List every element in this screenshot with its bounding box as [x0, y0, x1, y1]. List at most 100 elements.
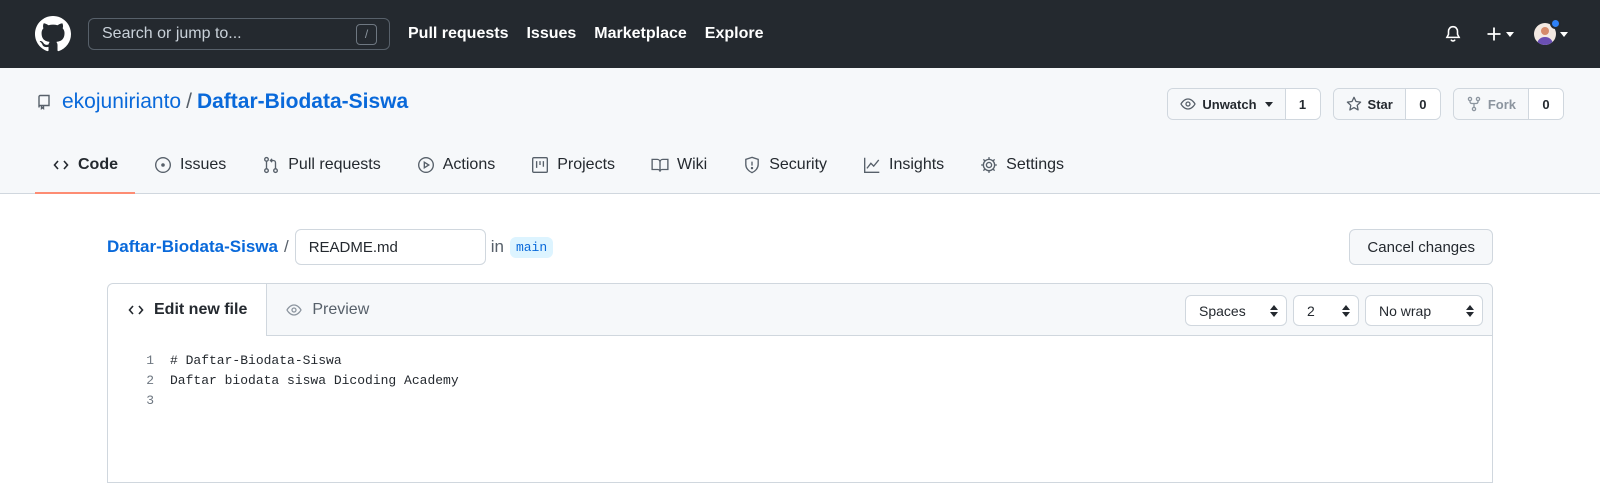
unwatch-button[interactable]: Unwatch: [1168, 89, 1286, 119]
book-icon: [651, 158, 669, 172]
nav-marketplace[interactable]: Marketplace: [594, 25, 687, 43]
notification-dot: [1550, 18, 1561, 29]
branch-badge: main: [509, 236, 554, 258]
in-label: in: [490, 237, 504, 256]
code-line: 1 # Daftar-Biodata-Siswa: [108, 350, 1492, 370]
chevron-down-icon: [1560, 31, 1568, 37]
bell-icon[interactable]: [1444, 25, 1462, 43]
star-label: Star: [1367, 96, 1393, 112]
fork-button-group: Fork 0: [1452, 88, 1564, 120]
tab-projects[interactable]: Projects: [514, 137, 632, 193]
project-icon: [532, 157, 549, 173]
tab-preview[interactable]: Preview: [267, 284, 387, 335]
tab-settings[interactable]: Settings: [963, 137, 1081, 193]
file-breadcrumb: Daftar-Biodata-Siswa / in main: [107, 229, 554, 265]
select-arrows-icon: [1342, 304, 1350, 317]
indent-size-value: 2: [1307, 302, 1315, 319]
tab-pull-requests[interactable]: Pull requests: [245, 137, 398, 193]
star-button[interactable]: Star: [1333, 89, 1406, 119]
plus-icon: [1487, 27, 1501, 41]
breadcrumb-repo-link[interactable]: Daftar-Biodata-Siswa: [107, 237, 278, 257]
indent-size-select[interactable]: 2: [1293, 295, 1359, 326]
nav-explore[interactable]: Explore: [705, 25, 764, 43]
code-editor[interactable]: 1 # Daftar-Biodata-Siswa 2 Daftar biodat…: [108, 336, 1492, 410]
tab-edit-label: Edit new file: [154, 301, 248, 318]
fork-button[interactable]: Fork: [1453, 89, 1529, 119]
repo-separator: /: [186, 90, 192, 113]
tab-edit-file[interactable]: Edit new file: [108, 284, 268, 336]
tab-label: Insights: [889, 156, 945, 173]
tab-code[interactable]: Code: [35, 137, 135, 194]
chevron-down-icon: [1506, 31, 1514, 37]
fork-icon: [1466, 96, 1482, 112]
indent-mode-value: Spaces: [1199, 302, 1246, 319]
tab-security[interactable]: Security: [726, 137, 844, 193]
eye-icon: [1180, 96, 1197, 112]
git-pull-request-icon: [264, 156, 279, 174]
code-line: 3: [108, 390, 1492, 410]
star-button-group: Star 0: [1332, 88, 1441, 120]
cancel-changes-button[interactable]: Cancel changes: [1349, 229, 1493, 265]
search-shortcut-key: /: [356, 23, 377, 45]
wrap-mode-value: No wrap: [1379, 302, 1432, 319]
repo-title: ekojunirianto / Daftar-Biodata-Siswa: [36, 90, 408, 114]
wrap-mode-select[interactable]: No wrap: [1365, 295, 1483, 326]
breadcrumb-separator: /: [283, 237, 289, 256]
editor-options: Spaces 2 No wrap: [1179, 295, 1483, 326]
tab-insights[interactable]: Insights: [846, 137, 961, 193]
github-logo-icon[interactable]: [35, 16, 71, 52]
search-input[interactable]: Search or jump to... /: [88, 18, 390, 50]
filename-input[interactable]: [294, 229, 486, 265]
tab-label: Wiki: [677, 156, 708, 173]
nav-issues[interactable]: Issues: [526, 25, 576, 43]
line-content[interactable]: # Daftar-Biodata-Siswa: [154, 353, 342, 368]
unwatch-label: Unwatch: [1202, 96, 1257, 112]
tab-label: Security: [769, 156, 828, 173]
top-nav: Pull requests Issues Marketplace Explore: [408, 25, 781, 43]
select-arrows-icon: [1466, 304, 1474, 317]
tab-issues[interactable]: Issues: [137, 137, 243, 193]
repo-tabs: Code Issues Pull requests Actions Projec…: [35, 137, 1083, 194]
tab-label: Pull requests: [288, 156, 381, 173]
gear-icon: [981, 157, 998, 173]
tab-actions[interactable]: Actions: [400, 137, 512, 193]
tab-label: Projects: [557, 156, 616, 173]
code-icon: [128, 305, 144, 315]
tab-label: Settings: [1006, 156, 1064, 173]
line-number: 3: [146, 392, 154, 408]
line-number: 2: [146, 372, 154, 388]
code-line: 2 Daftar biodata siswa Dicoding Academy: [108, 370, 1492, 390]
nav-pull-requests[interactable]: Pull requests: [408, 25, 508, 43]
editor-toolbar: Edit new file Preview Spaces 2 No wrap: [108, 284, 1492, 336]
repo-icon: [36, 94, 52, 110]
shield-icon: [745, 156, 760, 174]
watch-count[interactable]: 1: [1285, 89, 1320, 119]
tab-wiki[interactable]: Wiki: [634, 137, 724, 193]
user-menu[interactable]: [1534, 18, 1568, 45]
chevron-down-icon: [1264, 101, 1273, 107]
code-icon: [53, 160, 69, 170]
line-number: 1: [146, 352, 154, 368]
indent-mode-select[interactable]: Spaces: [1185, 295, 1287, 326]
header-actions: [1444, 18, 1568, 45]
issue-opened-icon: [155, 157, 171, 173]
create-new-menu[interactable]: [1486, 26, 1514, 42]
tab-preview-label: Preview: [312, 300, 370, 318]
line-content[interactable]: Daftar biodata siswa Dicoding Academy: [154, 373, 459, 388]
play-icon: [417, 157, 434, 173]
tab-label: Issues: [180, 156, 227, 173]
tab-label: Code: [78, 156, 118, 173]
file-editor: Edit new file Preview Spaces 2 No wrap 1…: [107, 283, 1493, 483]
repo-owner-link[interactable]: ekojunirianto: [62, 90, 181, 114]
tab-label: Actions: [442, 156, 496, 173]
graph-icon: [864, 157, 880, 173]
watch-button-group: Unwatch 1: [1167, 88, 1321, 120]
star-icon: [1346, 96, 1362, 112]
select-arrows-icon: [1270, 304, 1278, 317]
fork-count[interactable]: 0: [1529, 89, 1563, 119]
fork-label: Fork: [1487, 96, 1516, 112]
search-placeholder: Search or jump to...: [102, 25, 242, 42]
global-header: Search or jump to... / Pull requests Iss…: [0, 0, 1600, 68]
repo-name-link[interactable]: Daftar-Biodata-Siswa: [197, 90, 408, 114]
star-count[interactable]: 0: [1405, 89, 1440, 119]
